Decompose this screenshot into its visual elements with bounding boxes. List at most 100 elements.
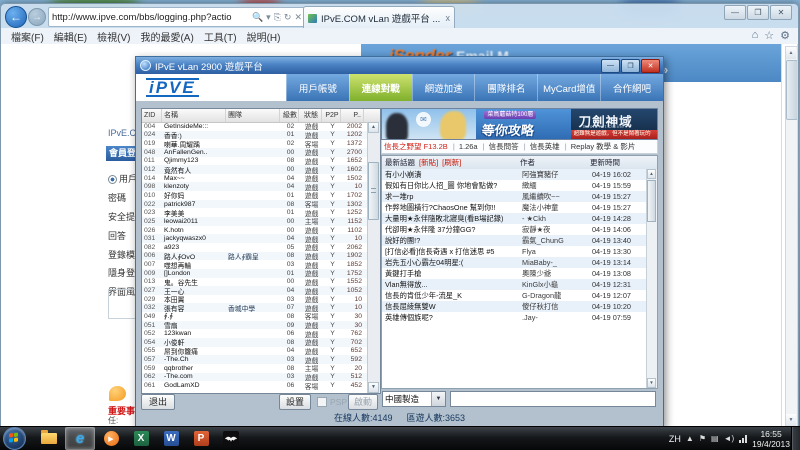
show-desktop-button[interactable] [791,427,800,450]
post-title[interactable]: 代卻明★永伴隆 37分鐘GG? [382,225,522,235]
caret-down-icon[interactable]: ▾ [266,12,271,23]
forum-post-row[interactable]: [打信必看]信長奇遇 x 打信迷思 #5 Flya 04-19 13:30 [382,246,647,257]
taskbar-clock[interactable]: 16:55 19/4/2013 [752,429,790,449]
forum-post-row[interactable]: 說好的團!? 霸氣_ChunG 04-19 13:40 [382,235,647,246]
forum-post-row[interactable]: 信長的肯低少年-流星_K G-Dragon龍 04-19 12:07 [382,290,647,301]
col-ping[interactable]: P.. [341,109,364,122]
forum-link[interactable]: 信長問答 [489,141,526,152]
app-close-button[interactable]: ✕ [641,59,660,73]
post-title[interactable]: 有小小崩潰 [382,170,522,180]
post-title[interactable]: 說好的團!? [382,236,522,246]
dropdown-caret-icon[interactable]: ▼ [431,392,445,406]
forum-post-row[interactable]: 作弊地圖橫行?ChaosOne 幫到你!! 魔法小神童 04-19 15:27 [382,202,647,213]
language-indicator[interactable]: ZH [669,434,681,444]
exit-button[interactable]: 退出 [141,394,175,410]
psp-checkbox[interactable]: PSP [317,397,347,407]
ad-banner-strip[interactable]: ✉ 菜鳥蘑菇特100層 等你攻略 刀劍神域 Sword Art Online 超… [381,108,658,140]
forward-button[interactable]: → [28,8,46,26]
favorites-star-icon[interactable]: ☆ [764,29,774,42]
player-row[interactable]: 057 -The.Ch 03 遊戲 Y 592 [142,355,368,364]
post-title[interactable]: 岩先五小心霸左04明星:( [382,258,522,268]
player-row[interactable]: 014 Max~~ 04 遊戲 Y 1502 [142,174,368,183]
menu-item[interactable]: 檔案(F) [11,29,44,44]
forum-link[interactable]: 信長英雄 [530,141,567,152]
nav-tab[interactable]: 網遊加速 [412,74,475,101]
compatibility-icon[interactable]: ⎘ [274,12,281,23]
region-dropdown[interactable]: 中國製造 ▼ [382,391,446,407]
post-title[interactable]: [打信必看]信長奇遇 x 打信迷思 #5 [382,247,522,257]
taskbar-item-powerpoint[interactable]: P [187,428,215,449]
player-row[interactable]: 055 屌到你籮痛 04 遊戲 Y 652 [142,347,368,356]
tab-close-icon[interactable]: x [446,13,451,23]
hidden-icons-arrow[interactable]: ▲ [686,434,694,443]
nav-tab[interactable]: 用戶帳號 [286,74,349,101]
speaker-icon[interactable]: ◄) [724,434,735,443]
post-title[interactable]: 假如有日你比人招_圖 你地會點做? [382,181,522,191]
scroll-up-icon[interactable]: ▲ [647,169,656,179]
restore-button[interactable]: ❐ [747,5,769,20]
forum-scroll-thumb[interactable] [647,180,656,222]
search-icon[interactable]: 🔍 [252,12,263,23]
player-row[interactable]: 026 K.hotn 00 遊戲 Y 1102 [142,226,368,235]
taskbar-item-bat-app[interactable] [217,428,245,449]
scroll-down-icon[interactable]: ▼ [786,414,796,426]
scroll-down-icon[interactable]: ▼ [647,378,656,388]
col-zid[interactable]: ZID [142,109,162,122]
nav-tab[interactable]: 連線對戰 [349,74,412,101]
app-title-bar[interactable]: IPvE vLan 2900 遊戲平台 — ❐ ✕ [136,57,663,74]
menu-item[interactable]: 說明(H) [247,29,281,44]
player-row[interactable]: 061 GodLamXD 06 客場 Y 452 [142,381,368,390]
player-row[interactable]: 023 李美美 01 遊戲 Y 1252 [142,208,368,217]
nav-tab[interactable]: 合作網吧 [600,74,663,101]
app-minimize-button[interactable]: — [601,59,620,73]
scroll-up-icon[interactable]: ▲ [786,47,796,59]
player-row[interactable]: 010 好你妈 01 遊戲 Y 1702 [142,191,368,200]
forum-post-row[interactable]: 黃鍵打手槍 奧陳少爺 04-19 13:08 [382,268,647,279]
stop-icon[interactable]: ✕ [294,12,302,23]
nav-tab[interactable]: 團隊排名 [474,74,537,101]
player-row[interactable]: 048 AnFallenGen.. 00 遊戲 Y 2700 [142,148,368,157]
players-scroll-thumb[interactable] [368,162,379,220]
player-row[interactable]: 031 jackyqwaszx0 04 遊戲 Y 10 [142,234,368,243]
taskbar-item-media-player[interactable]: ▶ [97,428,125,449]
forum-post-row[interactable]: Vlan無得放... KinGlx小龜 04-19 12:31 [382,279,647,290]
menu-item[interactable]: 檢視(V) [97,29,130,44]
page-scroll-thumb[interactable] [786,60,797,120]
forum-post-row[interactable]: 信長屈綾無雙W 傻仔秋打信 04-19 10:20 [382,301,647,312]
forum-post-row[interactable]: 大量明★永伴隨敗北寢臭(看B場記錄) - ★Ckh 04-19 14:28 [382,213,647,224]
minimize-button[interactable]: — [724,5,746,20]
post-title[interactable]: 信長的肯低少年-流星_K [382,291,522,301]
forum-post-row[interactable]: 代卻明★永伴隆 37分鐘GG? 寂靜★夜 04-19 14:06 [382,224,647,235]
player-row[interactable]: 007 噬想再輪 03 遊戲 Y 1852 [142,260,368,269]
checkbox-icon[interactable] [317,397,327,407]
new-post-link[interactable]: [新貼] [419,157,438,168]
player-row[interactable]: 019 喇華.周耀踽 02 客場 Y 1372 [142,139,368,148]
forum-header-time[interactable]: 更新時間 [590,157,646,168]
col-name[interactable]: 名稱 [162,109,226,122]
forum-post-row[interactable]: 岩先五小心霸左04明星:( MiaBaby-_ 04-19 13:14 [382,257,647,268]
col-status[interactable]: 狀態 [299,109,322,122]
forum-link[interactable]: 信長之野望 F13.2B [384,141,455,152]
refresh-icon[interactable]: ↻ [284,12,292,23]
start-button[interactable]: 啟動 [348,394,378,410]
forum-link[interactable]: 1.26a [459,142,485,151]
back-button[interactable]: ← [5,6,27,28]
start-button[interactable] [3,427,26,450]
tools-gear-icon[interactable]: ⚙ [780,29,790,42]
forum-link[interactable]: Replay 教學 & 影片 [571,141,636,152]
post-title[interactable]: 大量明★永伴隨敗北寢臭(看B場記錄) [382,214,522,224]
taskbar-item-excel[interactable]: X [127,428,155,449]
post-title[interactable]: 信長屈綾無雙W [382,302,522,312]
forum-post-row[interactable]: 英雄傳個族呢? .Jay- 04-19 07:59 [382,312,647,323]
forum-post-row[interactable]: 求一堆rp 風繼續吹~~ 04-19 15:27 [382,191,647,202]
close-button[interactable]: ✕ [770,5,792,20]
action-center-flag-icon[interactable]: ⚑ [699,434,706,443]
taskbar-item-file-manager[interactable] [35,428,63,449]
browser-tab[interactable]: IPvE.COM vLan 遊戲平台 ... x [303,6,455,29]
post-title[interactable]: Vlan無得放... [382,280,522,290]
chat-input[interactable] [450,391,656,407]
player-row[interactable]: 012 竟然有人 00 遊戲 Y 1602 [142,165,368,174]
player-row[interactable]: 051 雪扇 09 遊戲 Y 30 [142,321,368,330]
menu-item[interactable]: 我的最愛(A) [140,29,193,44]
col-p2p[interactable]: P2P [322,109,341,122]
